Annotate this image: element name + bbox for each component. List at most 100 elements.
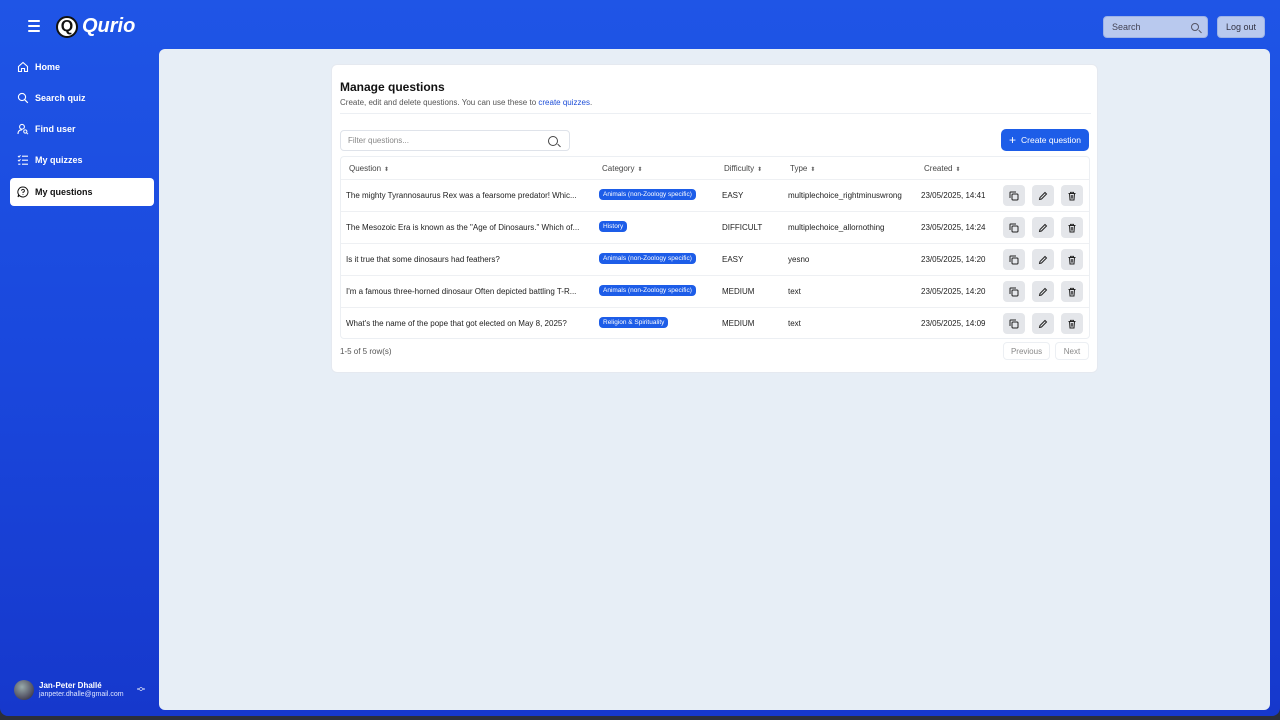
pencil-icon [1038,255,1048,265]
plus-icon: + [1008,133,1016,147]
table-row[interactable]: What's the name of the pope that got ele… [341,307,1089,339]
top-search-placeholder: Search [1112,22,1141,32]
sidebar-item-label: Find user [35,124,76,134]
trash-icon [1067,287,1077,297]
question-cell: What's the name of the pope that got ele… [346,319,567,328]
pagination-info: 1-5 of 5 row(s) [340,347,392,356]
logo-mark: Q [56,15,78,38]
sort-icon: ⬍ [637,167,643,173]
category-badge: Religion & Spirituality [599,317,669,328]
main-content: Manage questions Create, edit and delete… [159,49,1270,710]
sort-icon: ⬍ [384,167,390,173]
sidebar-item-search-quiz[interactable]: Search quiz [10,84,154,112]
table-row[interactable]: I'm a famous three-horned dinosaur Often… [341,275,1089,307]
table-row[interactable]: The Mesozoic Era is known as the "Age of… [341,211,1089,243]
column-header-difficulty[interactable]: Difficulty ⬍ [724,164,762,173]
column-header-type[interactable]: Type ⬍ [790,164,815,173]
create-question-label: Create question [1021,135,1082,145]
created-cell: 23/05/2025, 14:41 [921,191,986,200]
app-window: Q Qurio Search Log out Home Search quiz [0,0,1280,716]
divider [340,113,1091,114]
sidebar-item-label: My questions [35,187,93,197]
search-icon [1191,23,1199,31]
difficulty-cell: EASY [722,191,744,200]
filter-questions-input[interactable]: Filter questions... [340,130,570,151]
user-search-icon [16,122,30,136]
hamburger-menu-icon[interactable] [22,17,46,37]
type-cell: text [788,287,801,296]
type-cell: multiplechoice_allornothing [788,223,885,232]
delete-button[interactable] [1061,249,1083,270]
created-cell: 23/05/2025, 14:20 [921,287,986,296]
difficulty-cell: MEDIUM [722,287,755,296]
category-badge: Animals (non-Zoology specific) [599,253,696,264]
description-text: Create, edit and delete questions. You c… [340,98,539,107]
pencil-icon [1038,191,1048,201]
duplicate-button[interactable] [1003,217,1025,238]
duplicate-button[interactable] [1003,313,1025,334]
description-end: . [589,98,593,107]
questions-card: Manage questions Create, edit and delete… [331,64,1098,373]
trash-icon [1067,191,1077,201]
copy-icon [1009,223,1019,233]
sidebar-item-home[interactable]: Home [10,53,154,81]
next-page-button[interactable]: Next [1055,342,1089,360]
column-header-question[interactable]: Question ⬍ [349,164,389,173]
logo[interactable]: Q Qurio [56,15,135,38]
difficulty-cell: DIFFICULT [722,223,763,232]
sidebar-item-label: Search quiz [35,93,86,103]
trash-icon [1067,223,1077,233]
copy-icon [1009,255,1019,265]
edit-button[interactable] [1032,281,1054,302]
table-row[interactable]: Is it true that some dinosaurs had feath… [341,243,1089,275]
column-header-label: Question [349,164,382,173]
column-header-created[interactable]: Created ⬍ [924,164,961,173]
type-cell: multiplechoice_rightminuswrong [788,191,902,200]
question-cell: I'm a famous three-horned dinosaur Often… [346,287,577,296]
list-icon [16,153,30,167]
type-cell: yesno [788,255,810,264]
top-search-input[interactable]: Search [1103,16,1208,38]
sort-icon: ⬍ [810,167,816,173]
table-row[interactable]: The mighty Tyrannosaurus Rex was a fears… [341,179,1089,211]
column-header-label: Category [602,164,635,173]
edit-button[interactable] [1032,313,1054,334]
duplicate-button[interactable] [1003,249,1025,270]
sidebar-item-my-questions[interactable]: My questions [10,178,154,206]
user-menu[interactable]: Jan-Peter Dhallé janpeter.dhalle@gmail.c… [14,680,154,702]
column-header-category[interactable]: Category ⬍ [602,164,643,173]
questions-table: Question ⬍ Category ⬍ Difficulty ⬍ Type ⬍ Cr… [340,156,1090,339]
search-icon [16,91,30,105]
user-email: janpeter.dhalle@gmail.com [39,691,124,698]
category-badge: Animals (non-Zoology specific) [599,285,696,296]
previous-page-button[interactable]: Previous [1003,342,1050,360]
question-cell: The Mesozoic Era is known as the "Age of… [346,223,580,232]
type-cell: text [788,319,801,328]
top-bar: Q Qurio Search Log out [0,0,1280,50]
delete-button[interactable] [1061,313,1083,334]
duplicate-button[interactable] [1003,281,1025,302]
column-header-label: Created [924,164,953,173]
pencil-icon [1038,319,1048,329]
sidebar-item-my-quizzes[interactable]: My quizzes [10,146,154,174]
edit-button[interactable] [1032,249,1054,270]
duplicate-button[interactable] [1003,185,1025,206]
page-title: Manage questions [340,80,445,94]
create-question-button[interactable]: + Create question [1001,129,1089,151]
delete-button[interactable] [1061,217,1083,238]
edit-button[interactable] [1032,217,1054,238]
sidebar-item-find-user[interactable]: Find user [10,115,154,143]
delete-button[interactable] [1061,185,1083,206]
create-quizzes-link[interactable]: create quizzes [538,98,590,107]
delete-button[interactable] [1061,281,1083,302]
sort-icon: ⬍ [955,167,961,173]
column-header-label: Type [790,164,808,173]
page-description: Create, edit and delete questions. You c… [340,98,592,107]
created-cell: 23/05/2025, 14:20 [921,255,986,264]
home-icon [16,60,30,74]
question-cell: The mighty Tyrannosaurus Rex was a fears… [346,191,577,200]
logout-button[interactable]: Log out [1217,16,1265,38]
column-header-label: Difficulty [724,164,755,173]
edit-button[interactable] [1032,185,1054,206]
created-cell: 23/05/2025, 14:09 [921,319,986,328]
